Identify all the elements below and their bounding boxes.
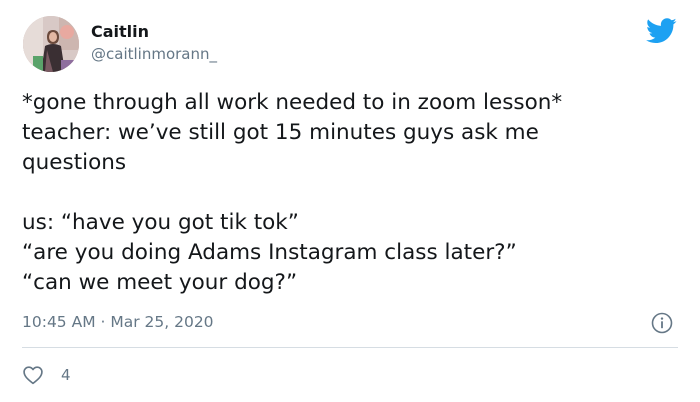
tweet-text-line: “are you doing Adams Instagram class lat… <box>22 240 517 265</box>
tweet-text-line: us: “have you got tik tok” <box>22 210 299 235</box>
display-name[interactable]: Caitlin <box>91 22 149 42</box>
user-handle[interactable]: @caitlinmorann_ <box>91 44 217 64</box>
like-button[interactable]: 4 <box>22 364 71 386</box>
tweet-text-line: “can we meet your dog?” <box>22 270 298 295</box>
tweet-text: *gone through all work needed to in zoom… <box>22 88 662 298</box>
avatar[interactable] <box>23 16 79 72</box>
tweet-card: Caitlin @caitlinmorann_ *gone through al… <box>0 0 700 402</box>
tweet-text-line: teacher: we’ve still got 15 minutes guys… <box>22 120 539 145</box>
divider <box>22 347 678 348</box>
twitter-bird-icon[interactable] <box>646 18 677 44</box>
tweet-text-line: questions <box>22 150 127 175</box>
tweet-timestamp[interactable]: 10:45 AM · Mar 25, 2020 <box>22 311 214 333</box>
info-icon[interactable] <box>651 312 673 334</box>
like-count: 4 <box>61 366 71 384</box>
tweet-text-line: *gone through all work needed to in zoom… <box>22 90 563 115</box>
heart-icon <box>23 366 43 385</box>
